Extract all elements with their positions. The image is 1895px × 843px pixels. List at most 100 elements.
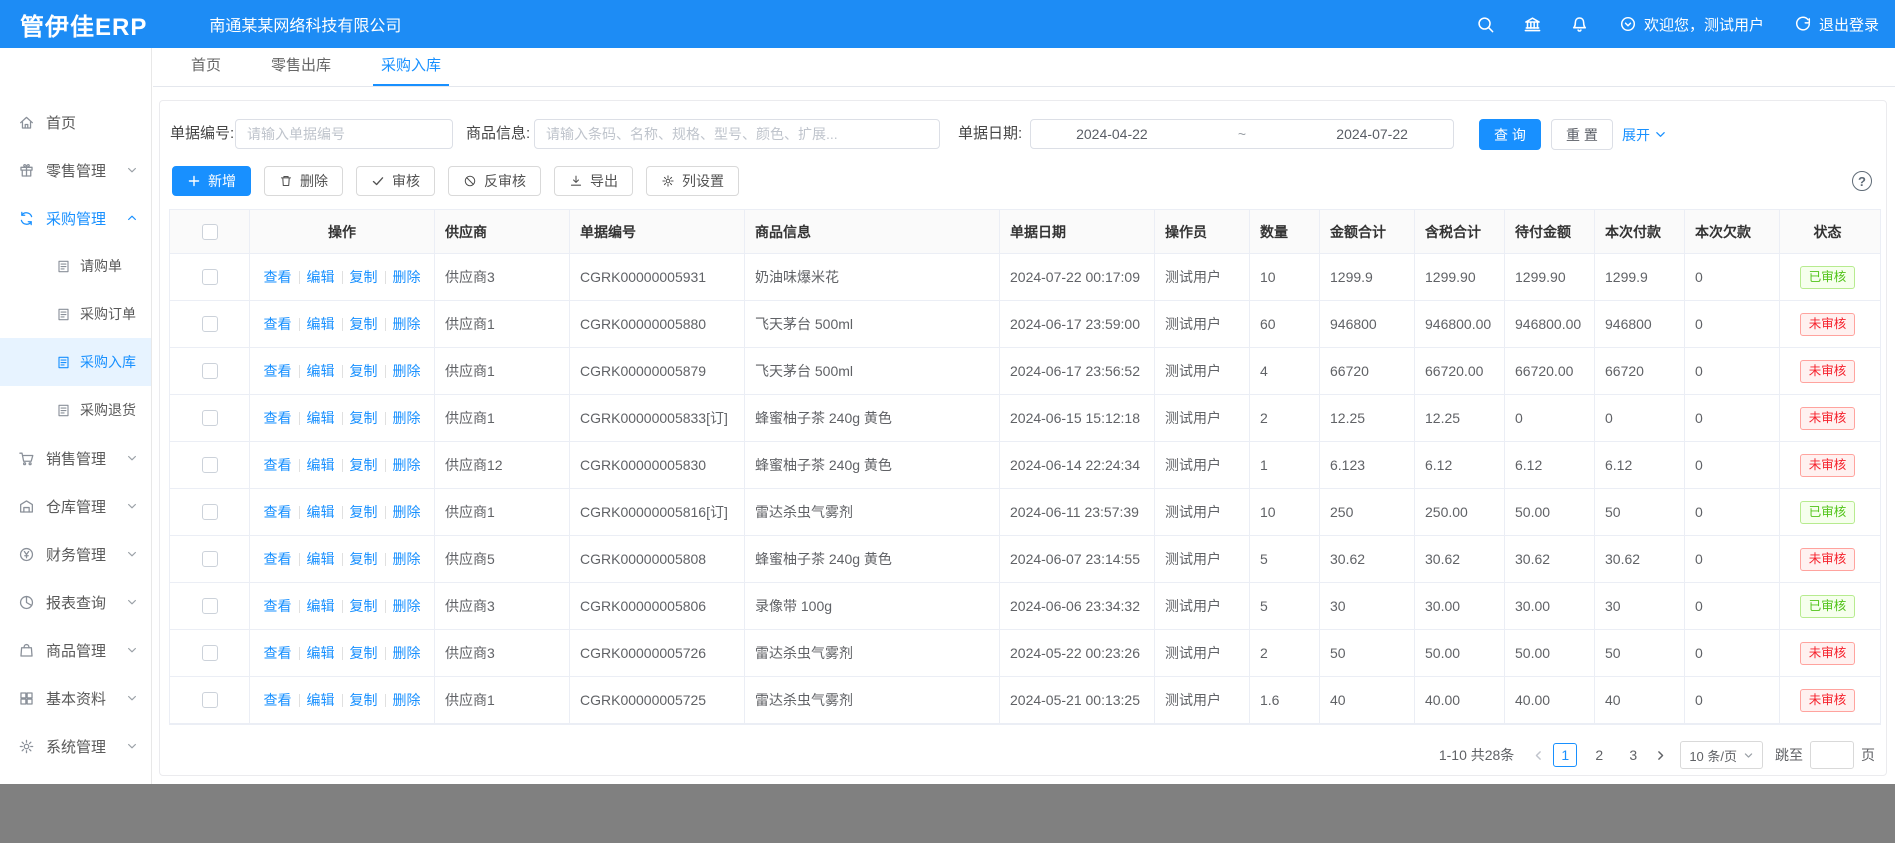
view-link[interactable]: 查看: [264, 596, 292, 616]
sidebar-item[interactable]: 首页: [0, 98, 151, 146]
tab[interactable]: 零售出库: [249, 47, 353, 86]
sidebar-item[interactable]: 系统管理: [0, 722, 151, 770]
delete-link[interactable]: 删除: [393, 549, 421, 569]
select-all-checkbox[interactable]: [202, 224, 218, 240]
export-button[interactable]: 导出: [554, 166, 633, 196]
sidebar-item[interactable]: 基本资料: [0, 674, 151, 722]
product-info-input[interactable]: [534, 119, 940, 149]
add-button[interactable]: 新增: [172, 166, 251, 196]
sidebar-item[interactable]: 销售管理: [0, 434, 151, 482]
delete-link[interactable]: 删除: [393, 408, 421, 428]
row-checkbox[interactable]: [202, 457, 218, 473]
copy-link[interactable]: 复制: [350, 314, 378, 334]
jump-to-input[interactable]: [1810, 741, 1854, 769]
view-link[interactable]: 查看: [264, 455, 292, 475]
row-checkbox[interactable]: [202, 692, 218, 708]
sidebar-item[interactable]: 财务管理: [0, 530, 151, 578]
tab[interactable]: 采购入库: [359, 47, 463, 86]
edit-link[interactable]: 编辑: [307, 643, 335, 663]
row-checkbox[interactable]: [202, 316, 218, 332]
sidebar-item[interactable]: 仓库管理: [0, 482, 151, 530]
page-number-2[interactable]: 2: [1587, 743, 1611, 767]
sidebar-subitem[interactable]: 采购入库: [0, 338, 151, 386]
edit-link[interactable]: 编辑: [307, 549, 335, 569]
delete-link[interactable]: 删除: [393, 596, 421, 616]
edit-link[interactable]: 编辑: [307, 596, 335, 616]
delete-link[interactable]: 删除: [393, 314, 421, 334]
view-link[interactable]: 查看: [264, 690, 292, 710]
view-link[interactable]: 查看: [264, 549, 292, 569]
delete-button[interactable]: 删除: [264, 166, 343, 196]
copy-link[interactable]: 复制: [350, 361, 378, 381]
page-number-3[interactable]: 3: [1621, 743, 1645, 767]
row-checkbox[interactable]: [202, 269, 218, 285]
edit-link[interactable]: 编辑: [307, 455, 335, 475]
tab[interactable]: 首页: [169, 47, 243, 86]
date-range-picker[interactable]: 2024-04-22 ~ 2024-07-22: [1030, 119, 1454, 149]
delete-link[interactable]: 删除: [393, 361, 421, 381]
reset-button[interactable]: 重 置: [1551, 119, 1613, 150]
copy-link[interactable]: 复制: [350, 267, 378, 287]
action-divider: [385, 271, 386, 284]
search-button[interactable]: 查 询: [1479, 119, 1541, 150]
view-link[interactable]: 查看: [264, 314, 292, 334]
date-from[interactable]: 2024-04-22: [1076, 126, 1148, 142]
row-checkbox[interactable]: [202, 645, 218, 661]
sidebar-item[interactable]: 零售管理: [0, 146, 151, 194]
delete-link[interactable]: 删除: [393, 502, 421, 522]
edit-link[interactable]: 编辑: [307, 361, 335, 381]
view-link[interactable]: 查看: [264, 643, 292, 663]
help-icon[interactable]: ?: [1852, 171, 1872, 191]
delete-link[interactable]: 删除: [393, 690, 421, 710]
row-checkbox[interactable]: [202, 410, 218, 426]
view-link[interactable]: 查看: [264, 267, 292, 287]
bell-icon[interactable]: [1570, 15, 1589, 34]
prev-page-button[interactable]: [1528, 741, 1548, 769]
status-badge: 未审核: [1800, 642, 1856, 665]
logout-button[interactable]: 退出登录: [1794, 14, 1879, 35]
unaudit-button[interactable]: 反审核: [448, 166, 541, 196]
copy-link[interactable]: 复制: [350, 643, 378, 663]
audit-button[interactable]: 审核: [356, 166, 435, 196]
edit-link[interactable]: 编辑: [307, 267, 335, 287]
row-checkbox[interactable]: [202, 363, 218, 379]
row-checkbox[interactable]: [202, 598, 218, 614]
view-link[interactable]: 查看: [264, 408, 292, 428]
next-page-button[interactable]: [1650, 741, 1670, 769]
search-icon[interactable]: [1476, 15, 1495, 34]
sidebar-item[interactable]: 报表查询: [0, 578, 151, 626]
date-to[interactable]: 2024-07-22: [1336, 126, 1408, 142]
delete-link[interactable]: 删除: [393, 455, 421, 475]
edit-link[interactable]: 编辑: [307, 408, 335, 428]
delete-link[interactable]: 删除: [393, 267, 421, 287]
copy-link[interactable]: 复制: [350, 596, 378, 616]
row-checkbox[interactable]: [202, 551, 218, 567]
edit-link[interactable]: 编辑: [307, 502, 335, 522]
column-settings-button[interactable]: 列设置: [646, 166, 739, 196]
view-link[interactable]: 查看: [264, 361, 292, 381]
expand-filters-link[interactable]: 展开: [1622, 119, 1667, 150]
sidebar-item[interactable]: 采购管理: [0, 194, 151, 242]
action-divider: [342, 271, 343, 284]
sidebar-subitem[interactable]: 采购退货: [0, 386, 151, 434]
sidebar-item[interactable]: 商品管理: [0, 626, 151, 674]
copy-link[interactable]: 复制: [350, 502, 378, 522]
order-no-input[interactable]: [235, 119, 453, 149]
row-checkbox[interactable]: [202, 504, 218, 520]
copy-link[interactable]: 复制: [350, 408, 378, 428]
view-link[interactable]: 查看: [264, 502, 292, 522]
page-size-select[interactable]: 10 条/页: [1680, 741, 1763, 769]
copy-link[interactable]: 复制: [350, 690, 378, 710]
copy-link[interactable]: 复制: [350, 455, 378, 475]
sidebar-subitem[interactable]: 请购单: [0, 242, 151, 290]
sidebar-subitem-label: 采购入库: [80, 352, 136, 372]
sidebar-subitem[interactable]: 采购订单: [0, 290, 151, 338]
chevron-left-icon: [1532, 749, 1545, 762]
page-number-1[interactable]: 1: [1553, 743, 1577, 767]
delete-link[interactable]: 删除: [393, 643, 421, 663]
edit-link[interactable]: 编辑: [307, 690, 335, 710]
edit-link[interactable]: 编辑: [307, 314, 335, 334]
bank-icon[interactable]: [1523, 15, 1542, 34]
copy-link[interactable]: 复制: [350, 549, 378, 569]
user-menu[interactable]: 欢迎您，测试用户: [1619, 14, 1764, 35]
